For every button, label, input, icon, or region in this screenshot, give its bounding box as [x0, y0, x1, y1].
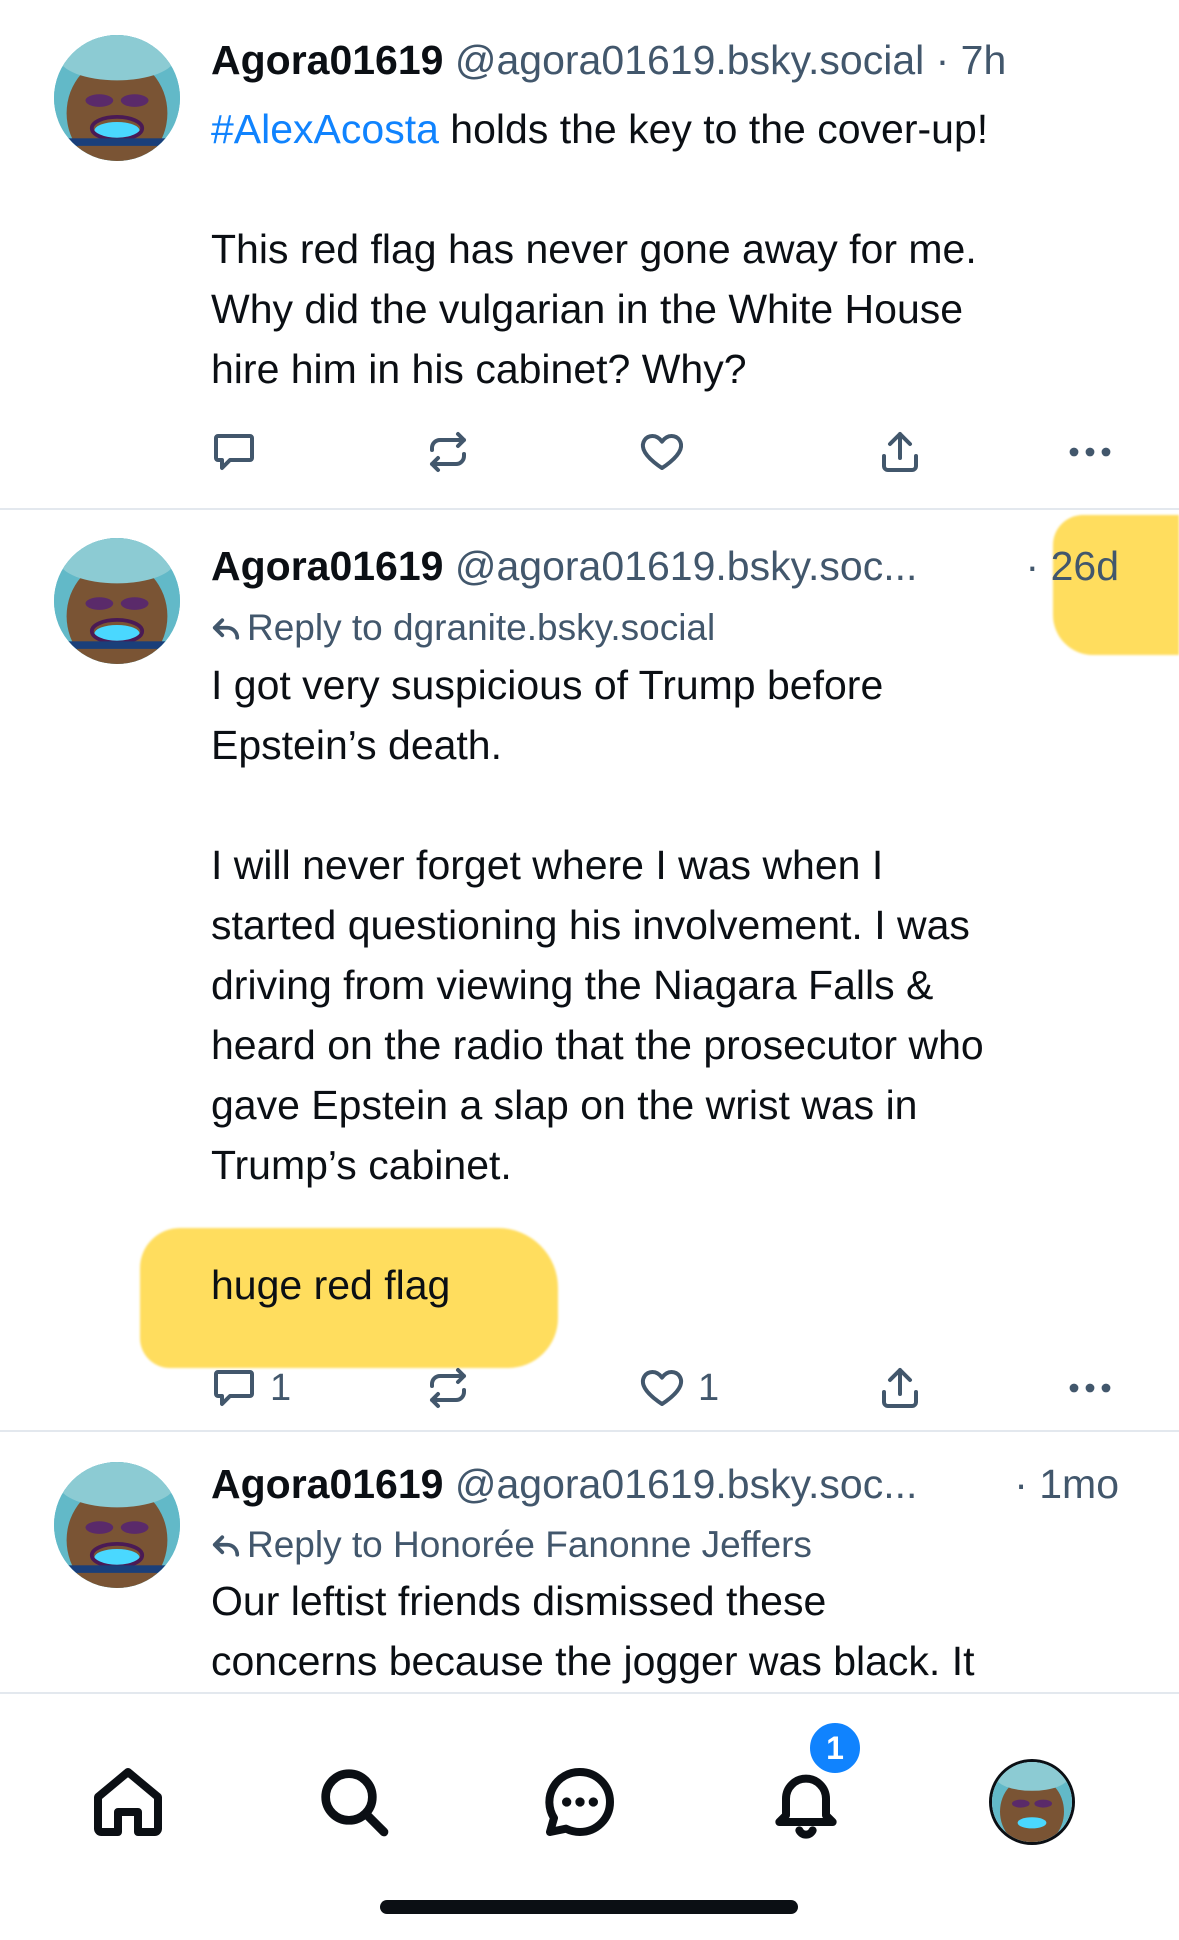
- author-handle[interactable]: @agora01619.bsky.social: [455, 37, 924, 83]
- repost-icon: [430, 432, 466, 472]
- post-timestamp[interactable]: · 7h: [936, 37, 1007, 83]
- post-text-line: holds the key to the cover-up!: [438, 106, 989, 152]
- tab-search[interactable]: [306, 1754, 402, 1850]
- chat-icon: [545, 1767, 614, 1836]
- reply-to-line[interactable]: Reply to Honorée Fanonne Jeffers: [211, 1521, 812, 1569]
- reply-button[interactable]: 1: [210, 1356, 291, 1420]
- share-icon: [882, 1368, 918, 1408]
- reply-to-text: Reply to Honorée Fanonne Jeffers: [247, 1524, 812, 1565]
- repost-button[interactable]: [424, 420, 472, 484]
- reply-count: 1: [270, 1366, 292, 1409]
- reply-button[interactable]: [210, 420, 270, 484]
- like-count: 1: [698, 1366, 720, 1409]
- avatar[interactable]: [54, 1462, 180, 1588]
- more-dots-icon: [1069, 1383, 1111, 1393]
- heart-icon: [641, 1370, 683, 1406]
- share-button[interactable]: [876, 1356, 924, 1420]
- post-timestamp[interactable]: · 26d: [1026, 540, 1119, 592]
- post-body: Our leftist friends dismissed these conc…: [211, 1578, 975, 1684]
- post-header: Agora01619 @agora01619.bsky.soc... · 1mo: [211, 1458, 1139, 1510]
- tab-home[interactable]: [80, 1754, 176, 1850]
- reply-arrow-icon: [212, 1535, 240, 1557]
- post-1[interactable]: Agora01619 @agora01619.bsky.social · 7h …: [0, 0, 1179, 508]
- post-body: I got very suspicious of Trump before Ep…: [211, 662, 984, 1308]
- author-handle[interactable]: @agora01619.bsky.soc...: [455, 1461, 918, 1507]
- more-button[interactable]: [1066, 420, 1114, 484]
- post-header: Agora01619 @agora01619.bsky.soc... · 26d: [211, 540, 1139, 592]
- reply-icon: [214, 1370, 254, 1406]
- avatar[interactable]: [54, 35, 180, 161]
- avatar[interactable]: [54, 538, 180, 664]
- profile-avatar: [989, 1759, 1075, 1845]
- post-actions: 1 1: [0, 1356, 1179, 1420]
- tab-profile[interactable]: [984, 1754, 1080, 1850]
- reply-to-line[interactable]: Reply to dgranite.bsky.social: [211, 604, 715, 652]
- like-button[interactable]: [638, 420, 698, 484]
- author-name[interactable]: Agora01619: [211, 543, 443, 589]
- post-3[interactable]: Agora01619 @agora01619.bsky.soc... · 1mo…: [0, 1432, 1179, 1692]
- share-icon: [882, 432, 918, 472]
- post-actions: [0, 420, 1179, 484]
- home-indicator[interactable]: [380, 1900, 798, 1914]
- author-handle[interactable]: @agora01619.bsky.soc...: [455, 543, 918, 589]
- post-text: #AlexAcosta holds the key to the cover-u…: [211, 99, 1141, 159]
- like-button[interactable]: 1: [638, 1356, 719, 1420]
- post-header: Agora01619 @agora01619.bsky.social · 7h: [211, 34, 1139, 86]
- repost-button[interactable]: [424, 1356, 472, 1420]
- more-dots-icon: [1069, 447, 1111, 457]
- author-name[interactable]: Agora01619: [211, 37, 443, 83]
- hashtag-link[interactable]: #AlexAcosta: [211, 106, 439, 152]
- search-icon: [321, 1769, 389, 1837]
- post-2[interactable]: Agora01619 @agora01619.bsky.soc... · 26d…: [0, 510, 1179, 1430]
- repost-icon: [430, 1368, 466, 1408]
- author-name[interactable]: Agora01619: [211, 1461, 443, 1507]
- notification-badge: 1: [806, 1719, 864, 1777]
- reply-arrow-icon: [212, 618, 240, 640]
- home-icon: [94, 1768, 162, 1836]
- tab-chat[interactable]: [532, 1754, 628, 1850]
- bottom-tab-bar: 1: [0, 1692, 1179, 1940]
- post-body: This red flag has never gone away for me…: [211, 226, 977, 392]
- post-timestamp[interactable]: · 1mo: [1014, 1458, 1119, 1510]
- share-button[interactable]: [876, 420, 924, 484]
- reply-to-text: Reply to dgranite.bsky.social: [247, 607, 716, 648]
- heart-icon: [641, 434, 683, 470]
- more-button[interactable]: [1066, 1356, 1114, 1420]
- reply-icon: [214, 434, 254, 470]
